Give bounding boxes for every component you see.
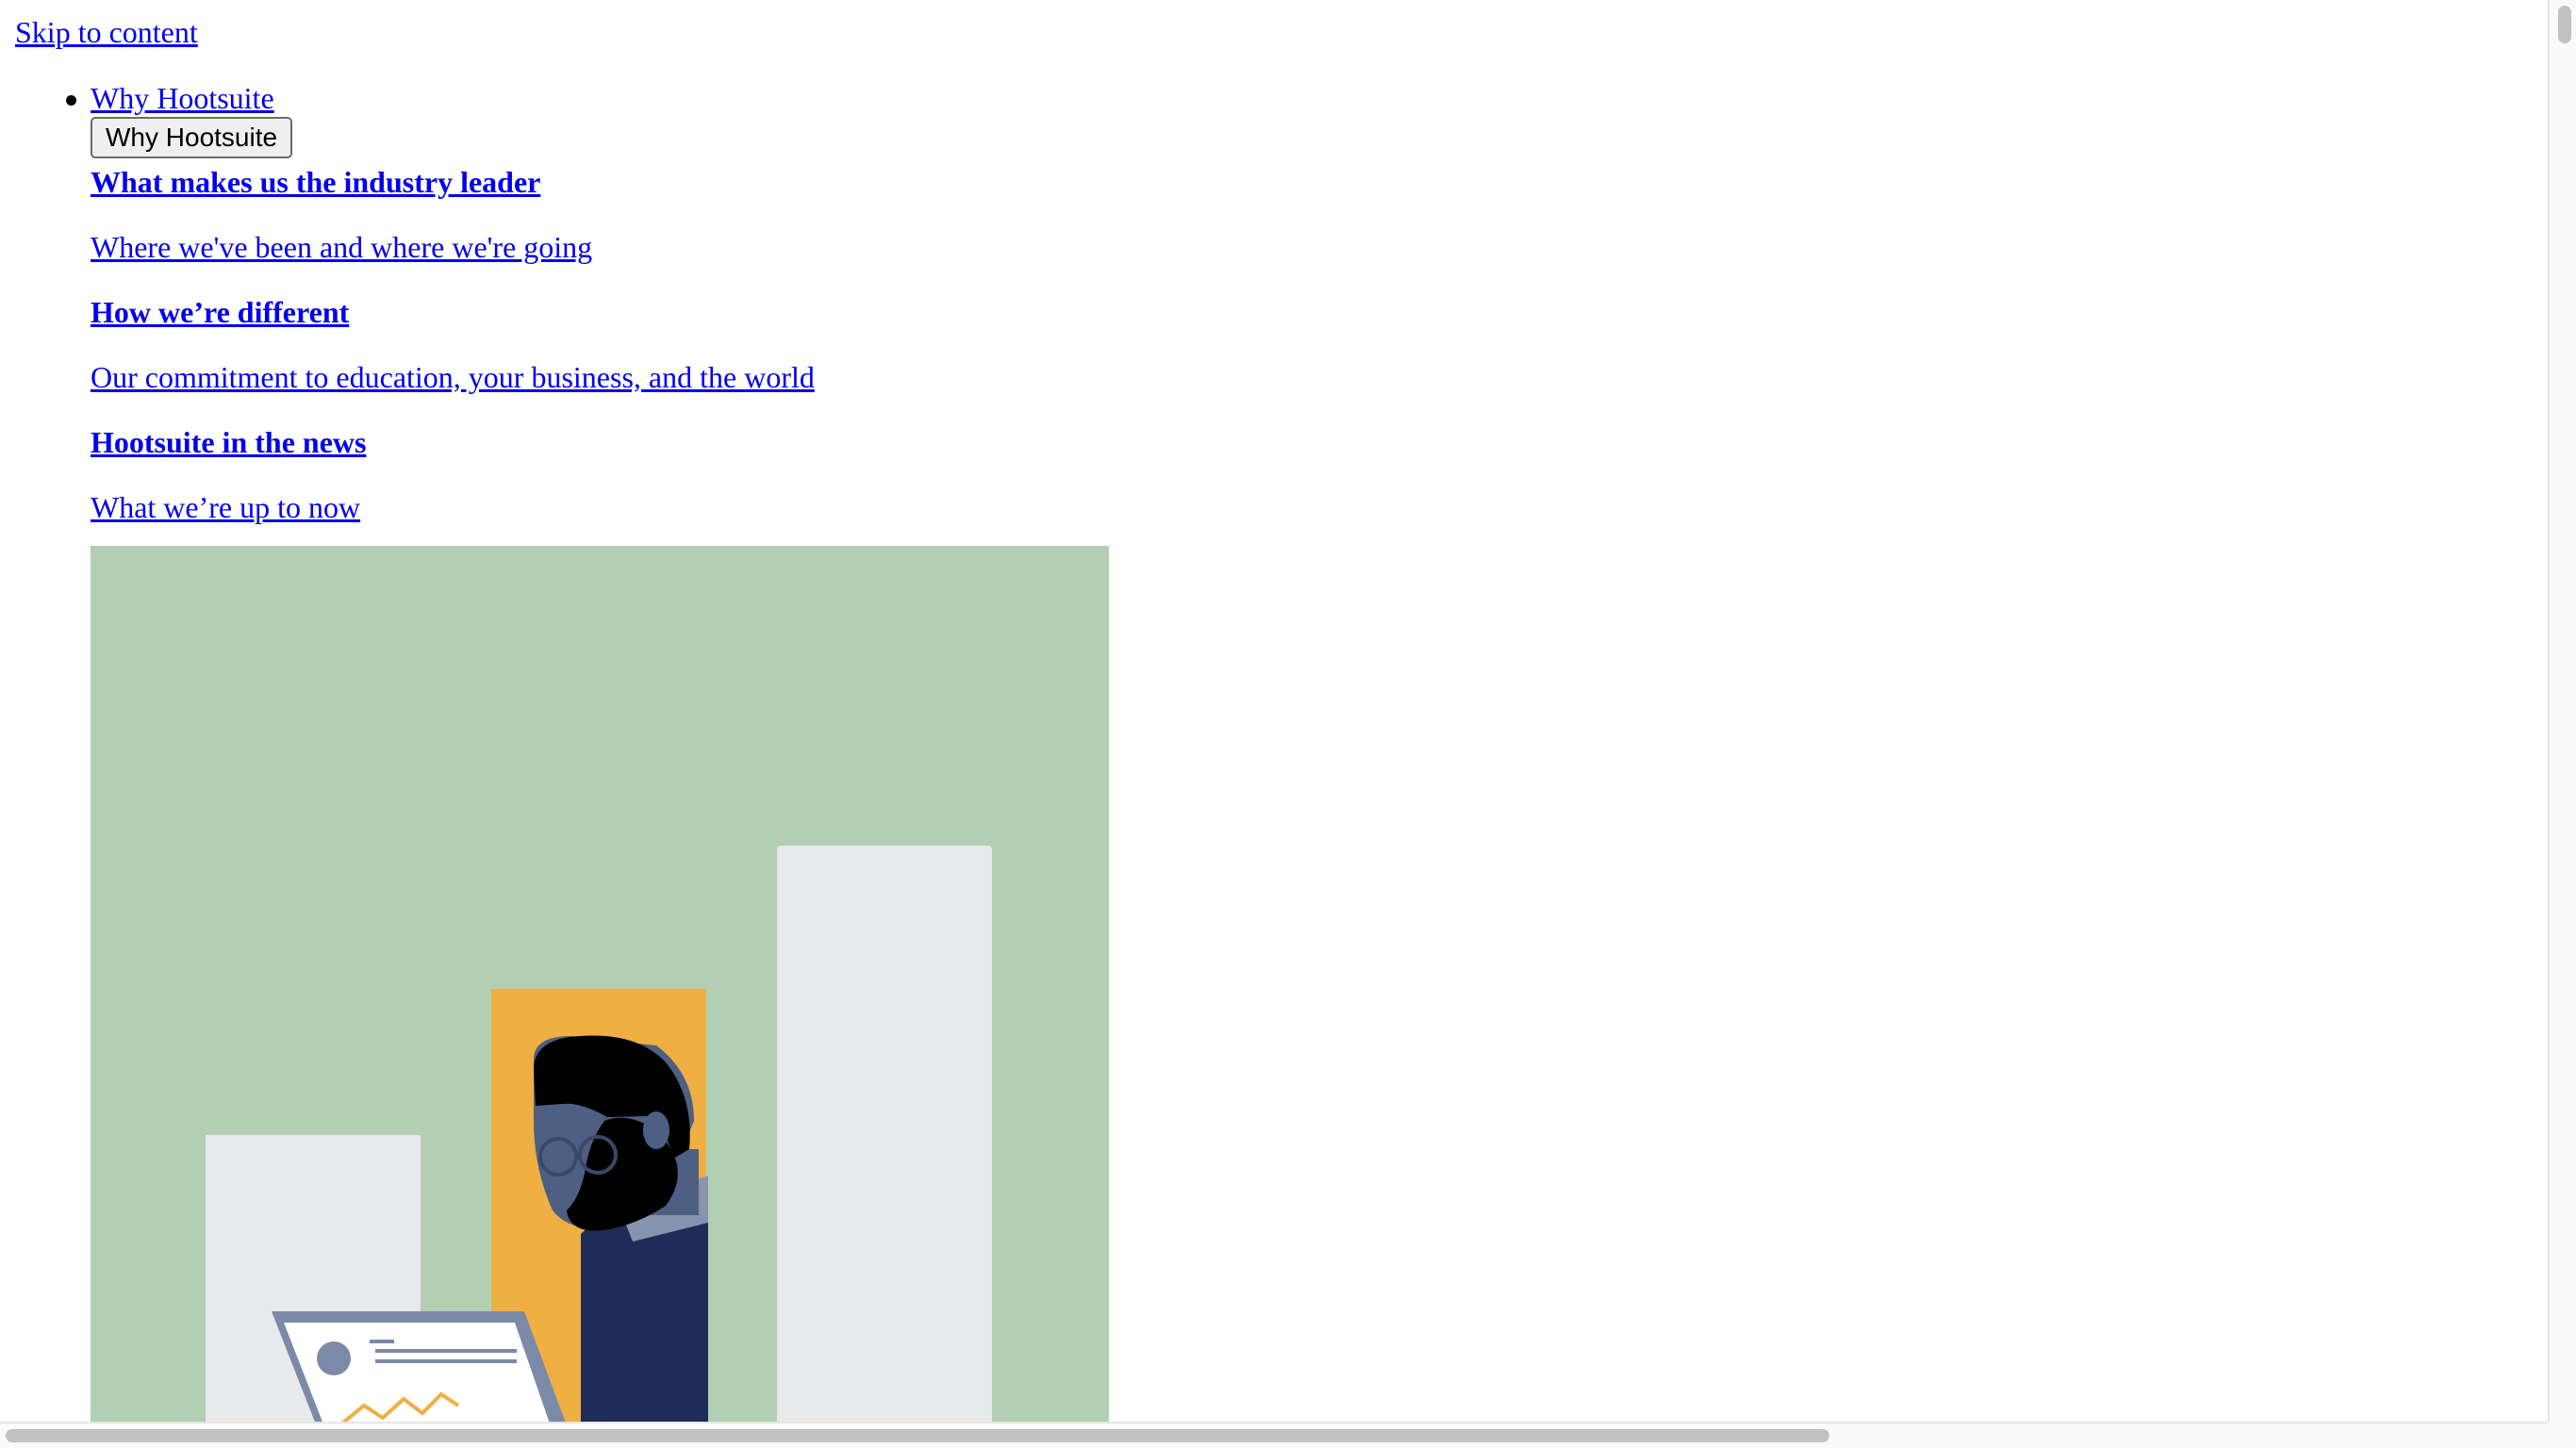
vertical-scrollbar[interactable] (2548, 0, 2576, 1422)
submenu-link-where-going[interactable]: Where we've been and where we're going (91, 228, 815, 266)
why-hootsuite-menu-button[interactable]: Why Hootsuite (91, 117, 293, 158)
submenu-link-industry-leader[interactable]: What makes us the industry leader (91, 163, 815, 201)
submenu-link-up-to-now[interactable]: What we’re up to now (91, 488, 815, 526)
submenu-link-in-the-news[interactable]: Hootsuite in the news (91, 423, 815, 461)
illustration-bar-tall (777, 846, 992, 1422)
why-hootsuite-link[interactable]: Why Hootsuite (91, 79, 815, 117)
submenu-link-commitment[interactable]: Our commitment to education, your busine… (91, 358, 815, 396)
main-nav: Why Hootsuite Why Hootsuite What makes u… (66, 79, 815, 553)
horizontal-scrollbar-thumb[interactable] (6, 1429, 1829, 1442)
skip-to-content-link[interactable]: Skip to content (15, 13, 198, 51)
horizontal-scrollbar[interactable] (0, 1422, 2548, 1448)
scrollbar-corner (2548, 1422, 2576, 1448)
page-viewport: Skip to content Why Hootsuite Why Hootsu… (0, 0, 2548, 1422)
person-with-bar-chart-illustration (206, 846, 992, 1422)
submenu-link-how-different[interactable]: How we’re different (91, 293, 815, 331)
vertical-scrollbar-thumb[interactable] (2558, 6, 2571, 43)
promo-illustration (91, 546, 1109, 1422)
list-bullet (66, 95, 76, 106)
nav-item-why-hootsuite: Why Hootsuite Why Hootsuite What makes u… (66, 79, 815, 526)
why-hootsuite-submenu: What makes us the industry leader Where … (91, 163, 815, 526)
